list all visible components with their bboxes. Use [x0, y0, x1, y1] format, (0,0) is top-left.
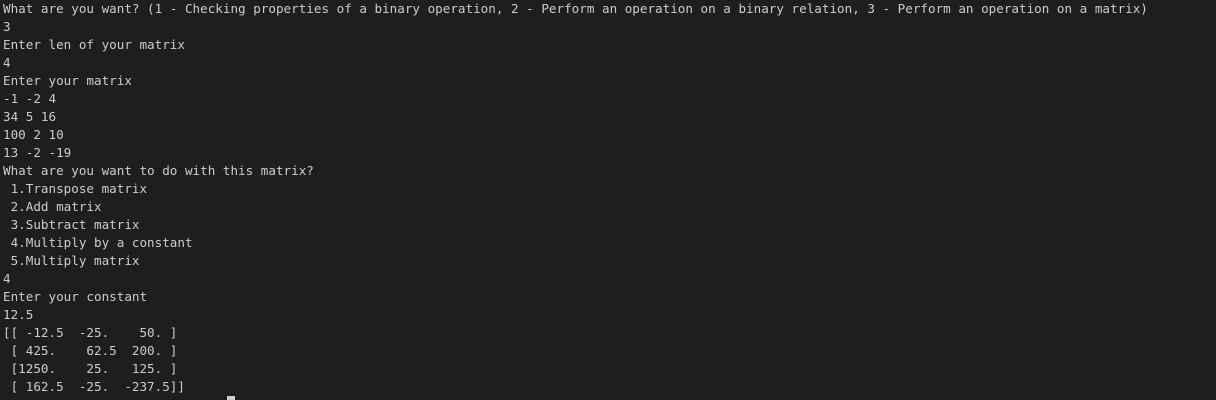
terminal-line-prompt-matrix-action: What are you want to do with this matrix… [3, 163, 314, 178]
terminal-line-option-add: 2.Add matrix [3, 199, 102, 214]
terminal-line-option-multiply-matrix: 5.Multiply matrix [3, 253, 140, 268]
terminal-output[interactable]: What are you want? (1 - Checking propert… [0, 0, 1216, 400]
terminal-line-result-row-1: [[ -12.5 -25. 50. ] [3, 325, 178, 340]
terminal-line-matrix-row-1: -1 -2 4 [3, 91, 57, 106]
terminal-line-matrix-row-4: 13 -2 -19 [3, 145, 72, 160]
terminal-line-input-action: 4 [3, 271, 11, 286]
terminal-line-prompt-matrix-len: Enter len of your matrix [3, 37, 185, 52]
terminal-line-option-transpose: 1.Transpose matrix [3, 181, 148, 196]
text-cursor [227, 396, 235, 400]
terminal-line-option-subtract: 3.Subtract matrix [3, 217, 140, 232]
terminal-line-input-constant: 12.5 [3, 307, 34, 322]
terminal-line-prompt-main-menu: What are you want? (1 - Checking propert… [3, 1, 1148, 16]
terminal-line-prompt-constant: Enter your constant [3, 289, 148, 304]
terminal-line-input-choice: 3 [3, 19, 11, 34]
terminal-line-result-row-4: [ 162.5 -25. -237.5]] [3, 379, 185, 394]
terminal-line-option-multiply-constant: 4.Multiply by a constant [3, 235, 193, 250]
terminal-line-result-row-3: [1250. 25. 125. ] [3, 361, 178, 376]
terminal-line-result-row-2: [ 425. 62.5 200. ] [3, 343, 178, 358]
terminal-line-matrix-row-3: 100 2 10 [3, 127, 64, 142]
terminal-line-prompt-matrix: Enter your matrix [3, 73, 132, 88]
terminal-line-input-matrix-len: 4 [3, 55, 11, 70]
terminal-line-matrix-row-2: 34 5 16 [3, 109, 57, 124]
